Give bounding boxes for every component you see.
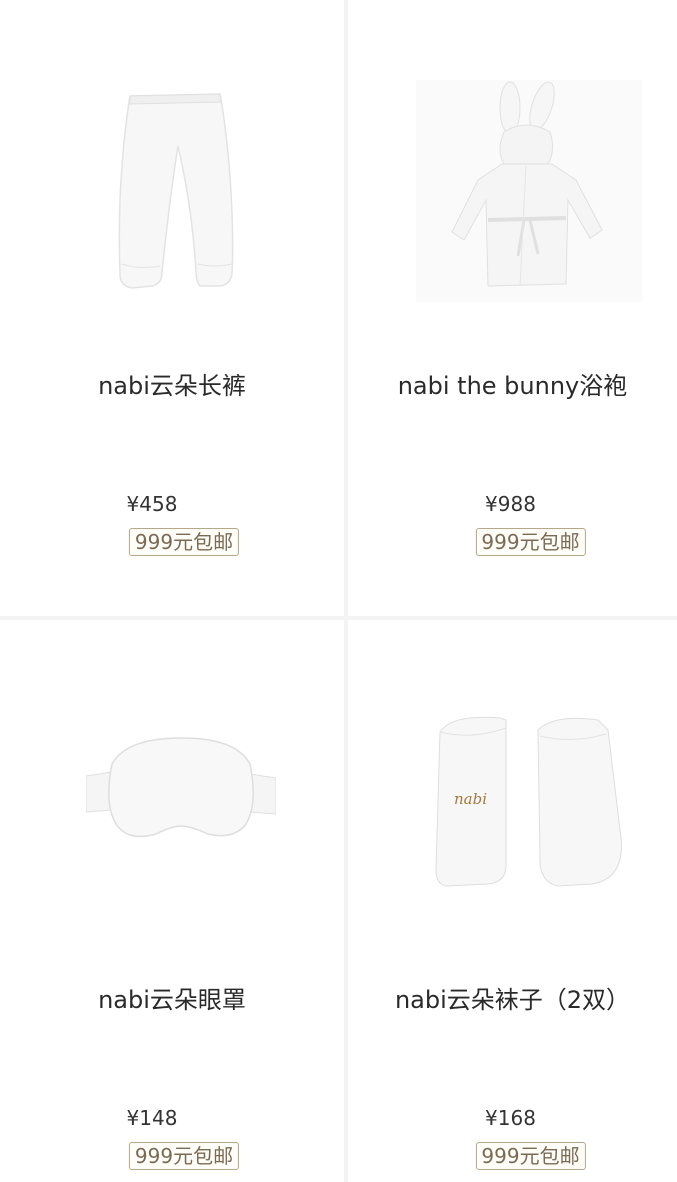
- shipping-badge: 999元包邮: [475, 1142, 586, 1170]
- product-price: ¥168: [485, 1106, 536, 1130]
- product-image-eye-mask[interactable]: [86, 724, 276, 864]
- product-title[interactable]: nabi云朵眼罩: [0, 982, 344, 1018]
- product-title[interactable]: nabi the bunny浴袍: [348, 368, 677, 404]
- product-image-pants[interactable]: [100, 86, 250, 298]
- product-card[interactable]: nabi nabi云朵袜子（2双） ¥168 999元包邮: [348, 620, 677, 1182]
- product-card[interactable]: nabi the bunny浴袍 ¥988 999元包邮: [348, 0, 677, 616]
- product-title[interactable]: nabi云朵长裤: [0, 368, 344, 404]
- shipping-badge: 999元包邮: [475, 528, 586, 556]
- product-card[interactable]: nabi云朵眼罩 ¥148 999元包邮: [0, 620, 344, 1182]
- product-price: ¥988: [485, 492, 536, 516]
- sock-logo: nabi: [454, 790, 487, 808]
- shipping-badge: 999元包邮: [128, 1142, 240, 1170]
- product-grid: nabi云朵长裤 ¥458 999元包邮 nabi the bunny浴袍 ¥9…: [0, 0, 677, 1182]
- product-price: ¥458: [126, 492, 178, 516]
- product-image-socks[interactable]: nabi: [432, 710, 632, 888]
- product-card[interactable]: nabi云朵长裤 ¥458 999元包邮: [0, 0, 344, 616]
- product-image-bathrobe[interactable]: [416, 80, 642, 302]
- product-price: ¥148: [126, 1106, 178, 1130]
- shipping-badge: 999元包邮: [128, 528, 240, 556]
- product-title[interactable]: nabi云朵袜子（2双）: [348, 982, 677, 1018]
